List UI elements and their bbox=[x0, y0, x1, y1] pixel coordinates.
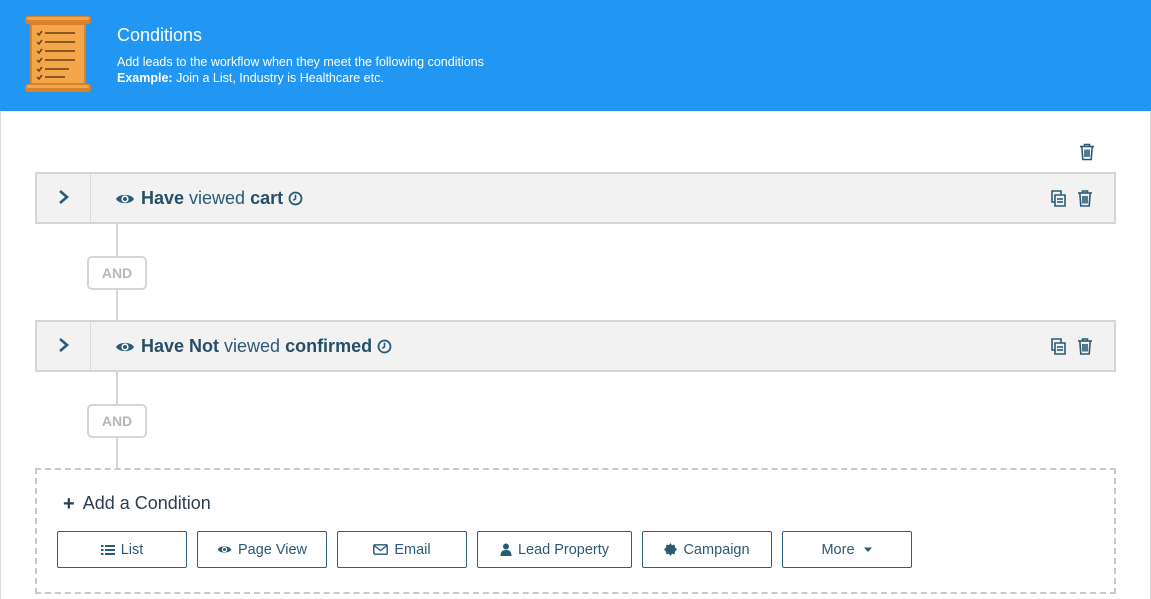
trash-icon[interactable] bbox=[1076, 189, 1094, 208]
email-condition-button[interactable]: Email bbox=[337, 531, 467, 568]
lead-property-condition-button[interactable]: Lead Property bbox=[477, 531, 632, 568]
clock-icon[interactable] bbox=[288, 191, 303, 206]
connector-line bbox=[116, 438, 118, 468]
condition-row[interactable]: Have Not viewed confirmed bbox=[35, 320, 1116, 372]
condition-verb: viewed bbox=[224, 336, 281, 356]
trash-icon[interactable] bbox=[1078, 143, 1096, 161]
condition-prefix: Have bbox=[141, 188, 185, 208]
plus-icon: + bbox=[63, 492, 75, 515]
connector-line bbox=[116, 224, 118, 256]
eye-icon bbox=[217, 546, 232, 553]
condition-target[interactable]: confirmed bbox=[285, 336, 372, 357]
condition-summary: Have viewed cart bbox=[115, 188, 303, 209]
button-label: More bbox=[821, 541, 855, 558]
campaign-condition-button[interactable]: Campaign bbox=[642, 531, 772, 568]
button-label: Lead Property bbox=[517, 541, 610, 558]
badge-icon bbox=[664, 543, 678, 556]
header-title: Conditions bbox=[117, 25, 203, 45]
header-description: Add leads to the workflow when they meet… bbox=[117, 55, 484, 69]
button-label: Page View bbox=[237, 541, 308, 558]
clock-icon[interactable] bbox=[377, 339, 392, 354]
chevron-right-icon[interactable] bbox=[57, 189, 71, 205]
button-label: Email bbox=[394, 541, 431, 558]
conditions-header: Conditions Add leads to the workflow whe… bbox=[0, 0, 1151, 111]
caret-down-icon bbox=[863, 547, 872, 552]
and-operator[interactable]: AND bbox=[87, 256, 147, 290]
condition-row[interactable]: Have viewed cart bbox=[35, 172, 1116, 224]
trash-icon[interactable] bbox=[1076, 337, 1094, 356]
and-operator[interactable]: AND bbox=[87, 404, 147, 438]
envelope-icon bbox=[373, 544, 389, 555]
eye-icon bbox=[116, 194, 134, 203]
button-label: Campaign bbox=[683, 541, 750, 558]
condition-prefix: Have Not bbox=[141, 336, 220, 356]
condition-target[interactable]: cart bbox=[250, 188, 283, 209]
list-icon bbox=[100, 544, 115, 555]
scroll-checklist-icon bbox=[25, 16, 91, 92]
list-condition-button[interactable]: List bbox=[57, 531, 187, 568]
connector-line bbox=[116, 290, 118, 321]
button-label: List bbox=[120, 541, 144, 558]
example-text: Join a List, Industry is Healthcare etc. bbox=[172, 71, 384, 85]
add-condition-label: Add a Condition bbox=[82, 493, 211, 513]
condition-summary: Have Not viewed confirmed bbox=[115, 336, 392, 357]
more-conditions-button[interactable]: More bbox=[782, 531, 912, 568]
expand-toggle[interactable] bbox=[37, 322, 91, 370]
copy-icon[interactable] bbox=[1049, 337, 1068, 356]
chevron-right-icon[interactable] bbox=[57, 337, 71, 353]
connector-line bbox=[116, 372, 118, 404]
add-condition-panel: + Add a Condition List Page View Email L… bbox=[35, 468, 1116, 594]
copy-icon[interactable] bbox=[1049, 189, 1068, 208]
add-condition-heading[interactable]: + Add a Condition bbox=[63, 493, 211, 514]
eye-icon bbox=[116, 342, 134, 351]
page-view-condition-button[interactable]: Page View bbox=[197, 531, 327, 568]
user-icon bbox=[500, 543, 512, 556]
condition-verb: viewed bbox=[189, 188, 246, 208]
example-label: Example: bbox=[117, 71, 173, 85]
header-example: Example: Join a List, Industry is Health… bbox=[117, 71, 384, 86]
expand-toggle[interactable] bbox=[37, 174, 91, 222]
